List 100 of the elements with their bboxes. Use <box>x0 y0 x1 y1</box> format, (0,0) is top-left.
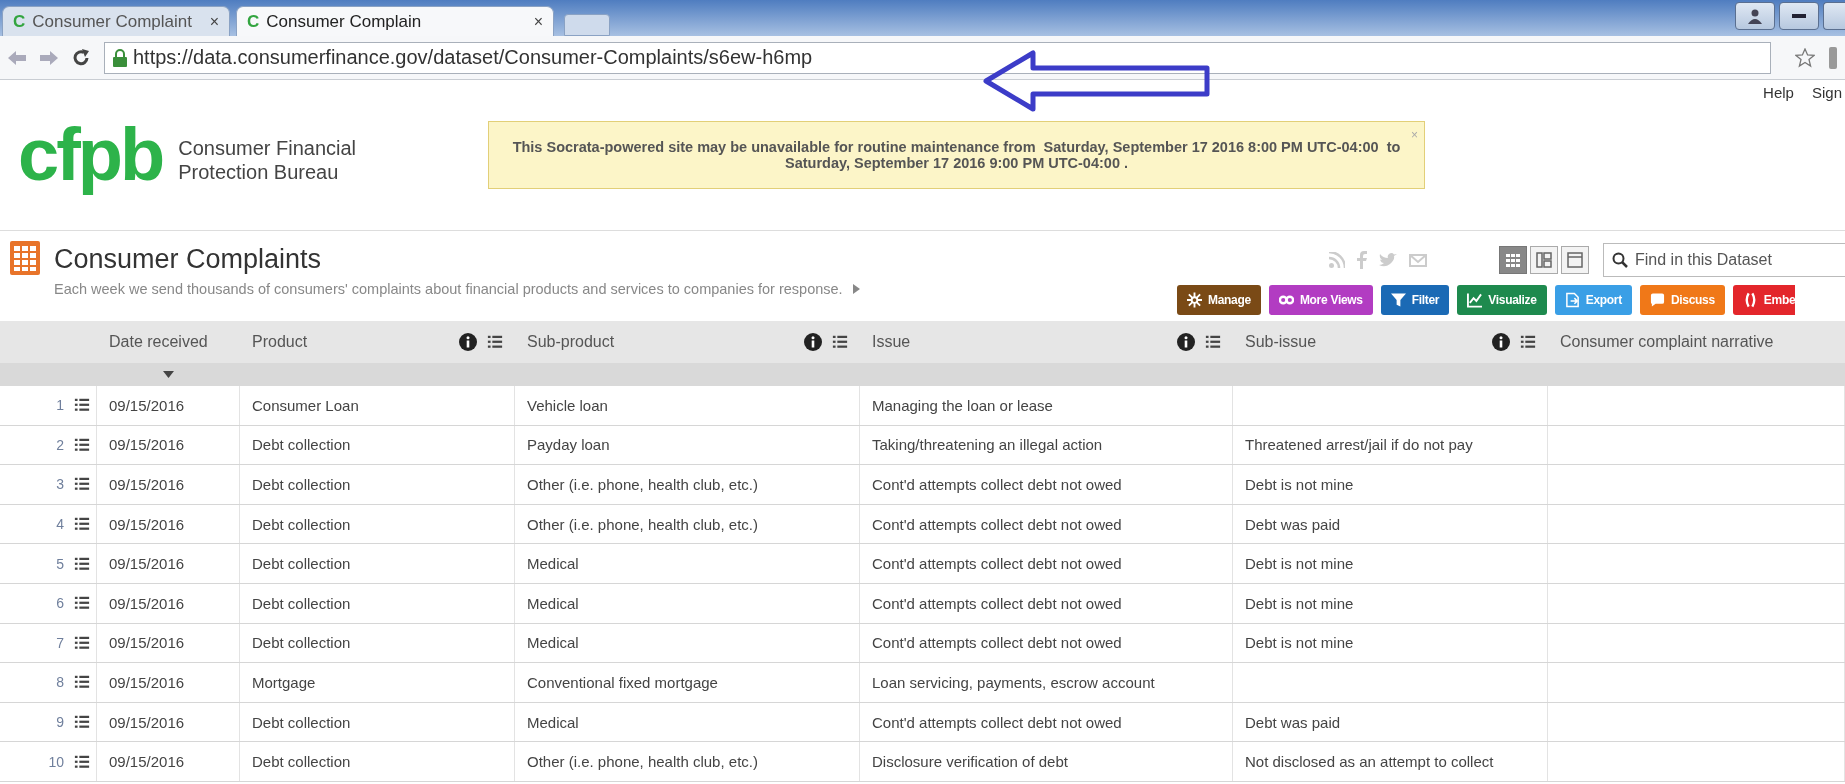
table-cell: Debt collection <box>240 465 515 504</box>
row-menu-icon[interactable] <box>74 595 90 612</box>
row-menu-icon[interactable] <box>74 476 90 493</box>
row-menu-icon[interactable] <box>74 516 90 533</box>
row-menu-icon[interactable] <box>74 397 90 414</box>
star-icon[interactable] <box>1795 47 1815 68</box>
row-number: 8 <box>56 674 64 691</box>
table-cell: Debt is not mine <box>1233 623 1548 663</box>
table-cell: Cont'd attempts collect debt not owed <box>860 465 1233 504</box>
maximize-button[interactable] <box>1823 2 1845 30</box>
row-menu-icon[interactable] <box>74 634 90 651</box>
chart-icon <box>1467 292 1483 308</box>
info-icon[interactable] <box>459 333 477 351</box>
search-icon <box>1612 252 1628 268</box>
visualize-button[interactable]: Visualize <box>1457 285 1547 315</box>
table-cell: Debt collection <box>240 425 515 465</box>
table-cell: Debt was paid <box>1233 504 1548 544</box>
table-view-icon <box>1505 252 1521 268</box>
favicon-logo: C <box>247 11 260 32</box>
column-label: Issue <box>872 333 912 351</box>
favicon-logo: C <box>13 11 26 32</box>
minimize-button[interactable] <box>1779 2 1819 30</box>
column-label: Product <box>252 333 309 351</box>
person-icon <box>1747 8 1763 24</box>
filter-button[interactable]: Filter <box>1380 285 1450 315</box>
speech-bubble-icon <box>1649 292 1665 308</box>
reload-icon[interactable] <box>72 48 90 67</box>
address-field[interactable]: https://data.consumerfinance.gov/dataset/Consumer-Complaints/s6ew-h6mp <box>104 41 1771 74</box>
table-cell: Threatened arrest/jail if do not pay <box>1233 425 1548 465</box>
table-cell: Managing the loan or lease <box>860 386 1233 425</box>
table-cell: Cont'd attempts collect debt not owed <box>860 702 1233 742</box>
table-cell: Taking/threatening an illegal action <box>860 425 1233 465</box>
view-toggle-button[interactable] <box>1530 246 1558 274</box>
row-number: 1 <box>56 397 64 414</box>
lock-icon <box>113 48 127 67</box>
row-number: 5 <box>56 555 64 572</box>
browser-tab[interactable]: C Consumer Complain × <box>236 6 554 36</box>
header-link[interactable]: Sign <box>1811 84 1842 230</box>
dataset-description: Each week we send thousands of consumers' complaints about financial products and services to companies for response. <box>54 281 843 297</box>
row-number: 9 <box>56 714 64 731</box>
table-cell: Other (i.e. phone, health club, etc.) <box>515 742 860 781</box>
url-text: https://data.consumerfinance.gov/dataset/Consumer-Complaints/s6ew-h6mp <box>133 46 813 69</box>
view-toggle-button[interactable] <box>1499 246 1527 274</box>
list-icon[interactable] <box>832 334 848 350</box>
row-number: 10 <box>48 753 64 770</box>
column-label: Sub-issue <box>1245 333 1318 351</box>
row-number: 7 <box>56 634 64 651</box>
tab-close-button[interactable]: × <box>209 12 219 31</box>
row-menu-icon[interactable] <box>74 555 90 572</box>
table-cell: Debt collection <box>240 702 515 742</box>
tab-title: Consumer Complain <box>266 11 423 32</box>
embed-button[interactable]: Embe <box>1732 285 1796 315</box>
table-cell: Medical <box>515 544 860 583</box>
dataset-title: Consumer Complaints <box>54 243 323 275</box>
filter-icon <box>1390 292 1406 308</box>
row-menu-icon[interactable] <box>74 674 90 691</box>
browser-tab[interactable]: C Consumer Complaint × <box>2 6 230 36</box>
split-view-icon <box>1536 252 1552 268</box>
views-button[interactable]: More Views <box>1268 285 1373 315</box>
list-icon[interactable] <box>487 334 503 350</box>
row-menu-icon[interactable] <box>74 436 90 453</box>
row-number: 4 <box>56 516 64 533</box>
gear-icon <box>1187 292 1202 308</box>
table-cell: 09/15/2016 <box>97 386 240 425</box>
info-icon[interactable] <box>1492 333 1510 351</box>
info-icon[interactable] <box>804 333 822 351</box>
info-icon[interactable] <box>1177 333 1195 351</box>
list-icon[interactable] <box>1205 334 1221 350</box>
sort-caret-icon[interactable] <box>163 371 174 378</box>
row-number: 6 <box>56 595 64 612</box>
agency-name: Consumer Financial Protection Bureau <box>178 136 357 184</box>
table-cell: Disclosure verification of debt <box>860 742 1233 781</box>
table-cell: 09/15/2016 <box>97 465 240 504</box>
table-cell: Debt was paid <box>1233 702 1548 742</box>
header-link[interactable]: Help <box>1763 84 1794 230</box>
table-cell: Other (i.e. phone, health club, etc.) <box>515 465 860 504</box>
tab-close-button[interactable]: × <box>533 12 543 31</box>
column-label: Sub-product <box>527 333 616 351</box>
expand-triangle-icon[interactable] <box>852 284 860 294</box>
table-cell: 09/15/2016 <box>97 504 240 544</box>
column-label: Consumer complaint narrative <box>1560 333 1775 351</box>
minimize-icon <box>1792 14 1806 18</box>
row-menu-icon[interactable] <box>74 714 90 731</box>
view-toggle-button[interactable] <box>1561 246 1589 274</box>
list-icon[interactable] <box>1520 334 1536 350</box>
row-menu-icon[interactable] <box>74 753 90 770</box>
table-cell: Loan servicing, payments, escrow account <box>860 663 1233 702</box>
table-cell: Cont'd attempts collect debt not owed <box>860 623 1233 663</box>
user-button[interactable] <box>1735 2 1775 30</box>
table-cell: Vehicle loan <box>515 386 860 425</box>
table-cell: Not disclosed as an attempt to collect <box>1233 742 1548 781</box>
table-cell: Consumer Loan <box>240 386 515 425</box>
search-field[interactable]: Find in this Dataset <box>1603 243 1845 277</box>
grid-app-icon <box>10 241 40 275</box>
page-view-icon <box>1567 252 1583 268</box>
table-cell: Debt collection <box>240 544 515 583</box>
manage-button[interactable]: Manage <box>1177 285 1261 315</box>
row-number: 3 <box>56 476 64 493</box>
table-cell: 09/15/2016 <box>97 623 240 663</box>
notice-text: This Socrata-powered site may be unavailable for routine maintenance from Saturday, September 17 2016 8:00 PM UTC-04:00 to Saturday, September 17 2016 9:00 PM UTC-04:00 . <box>511 139 1402 171</box>
